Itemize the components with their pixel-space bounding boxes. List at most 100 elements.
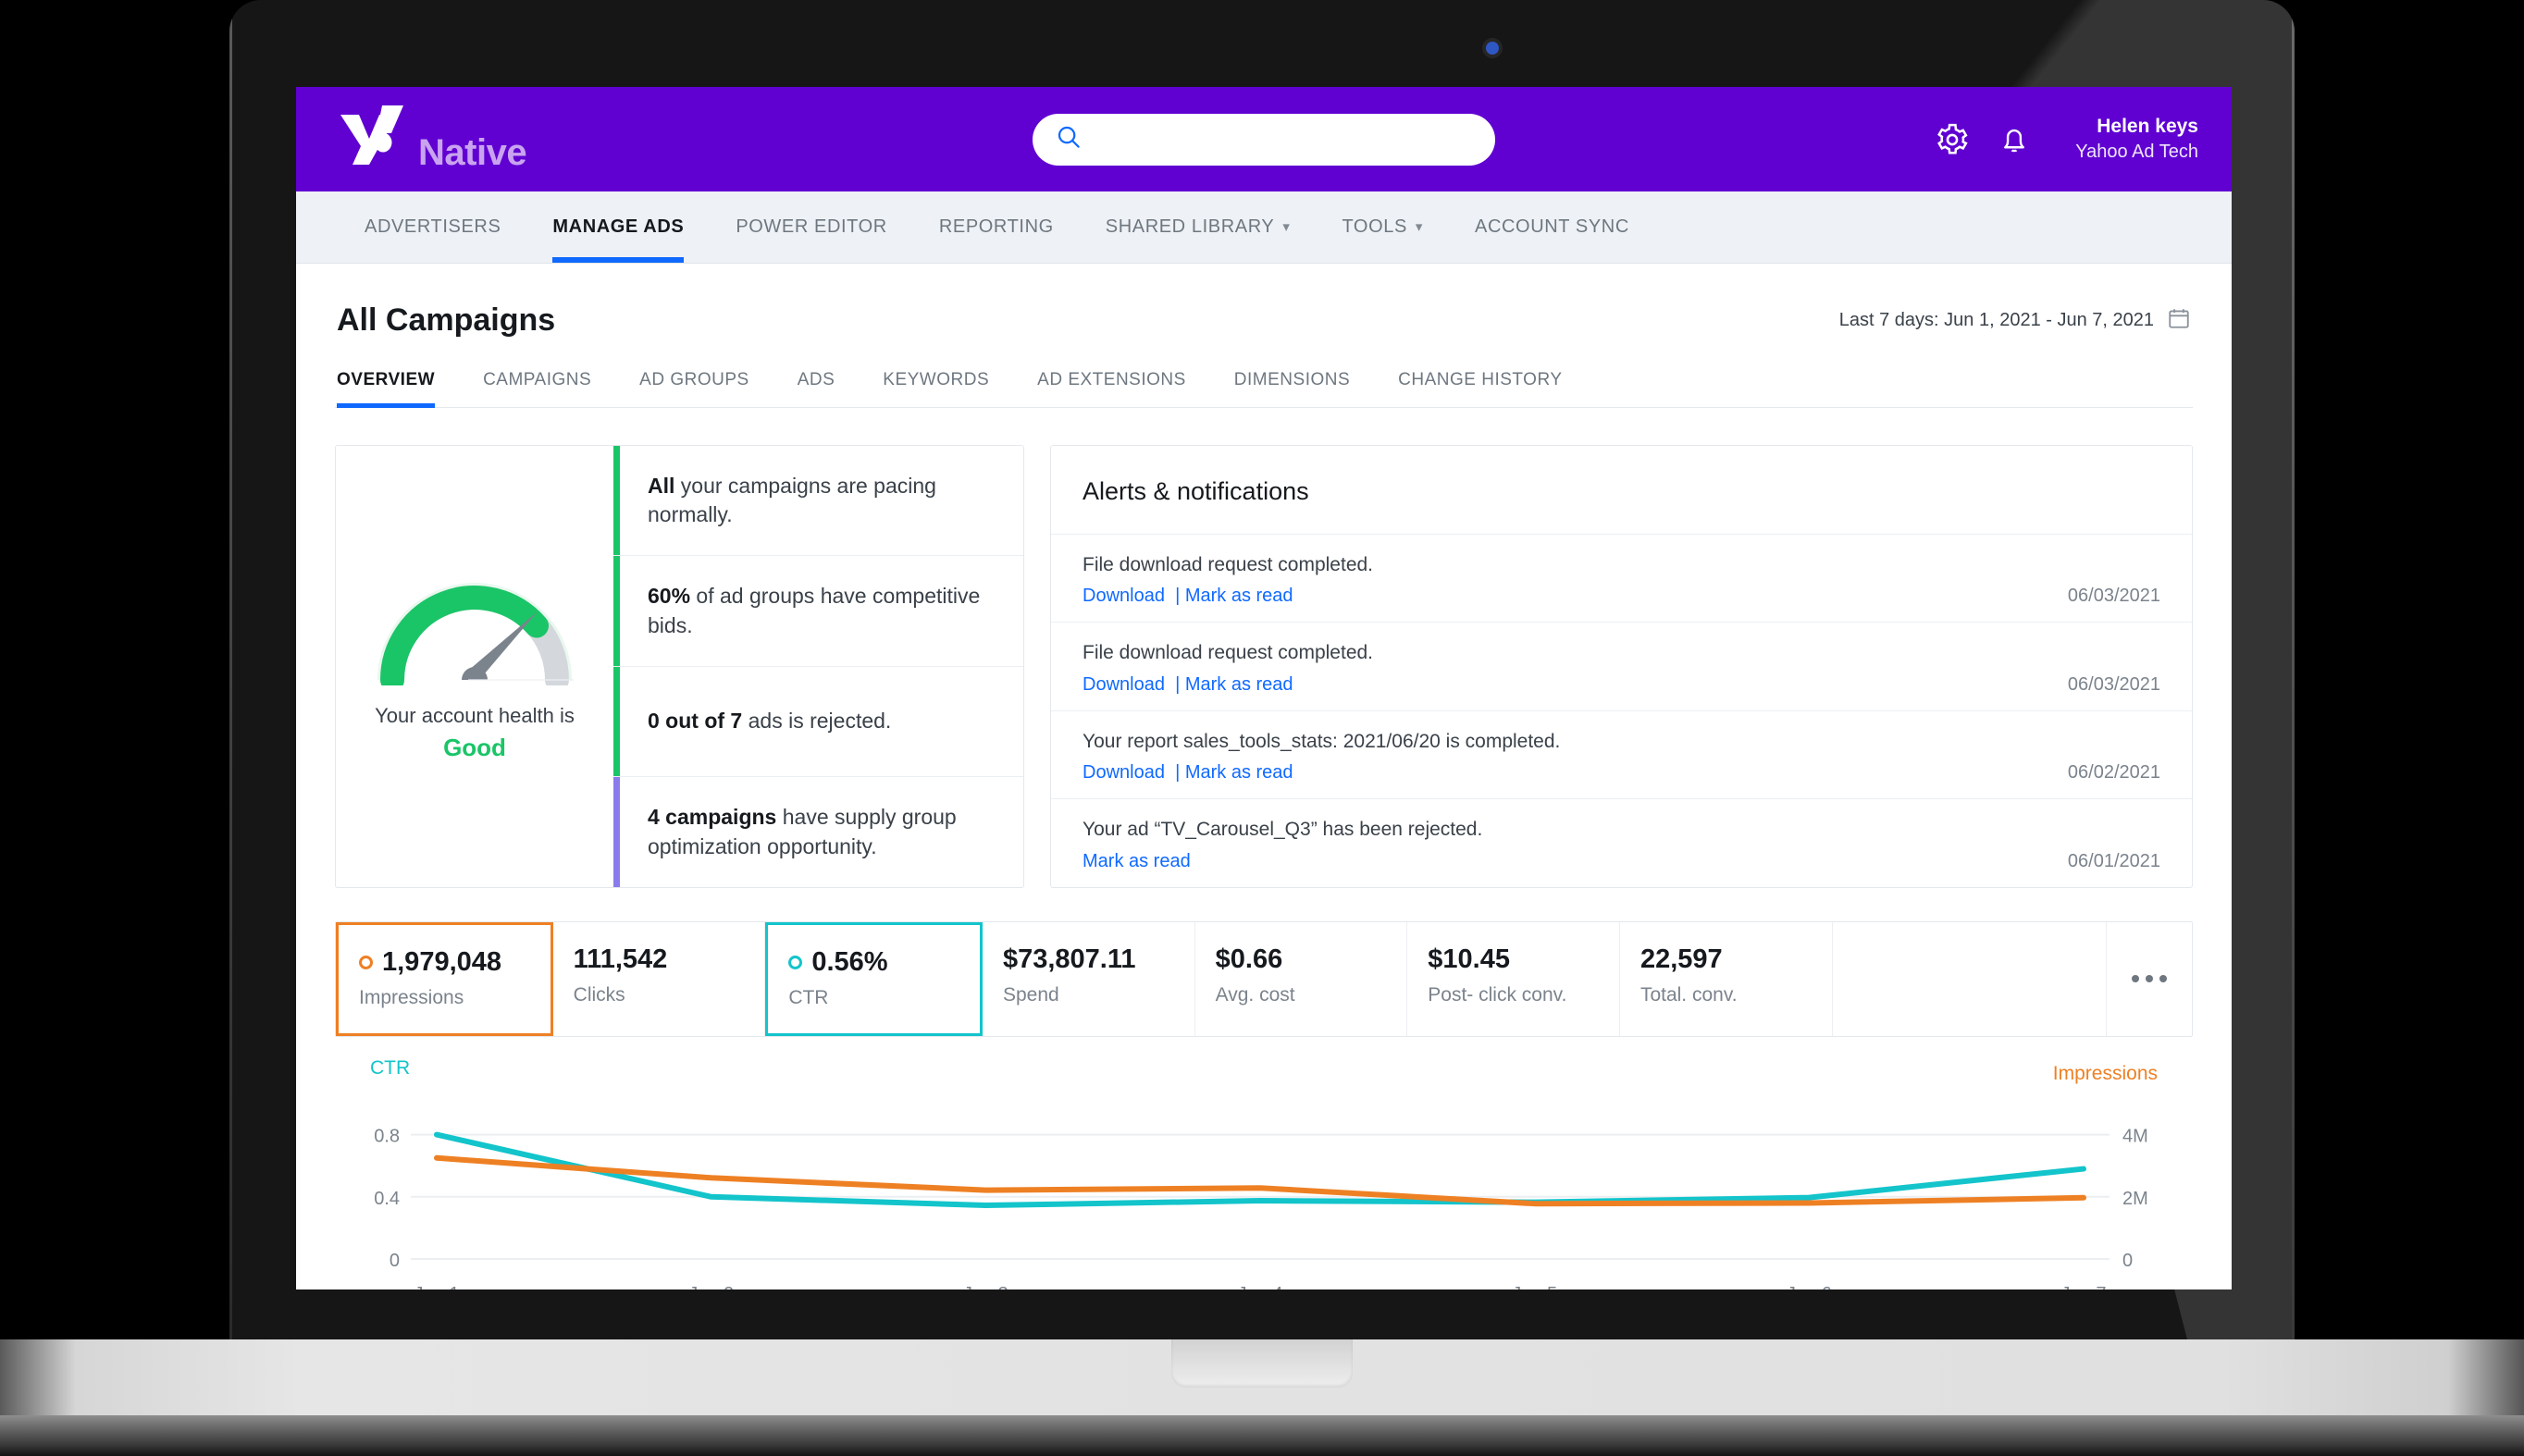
tab-ads[interactable]: ADS (773, 370, 860, 407)
page-header: All Campaigns Last 7 days: Jun 1, 2021 -… (335, 264, 2193, 339)
kpi-clicks[interactable]: 111,542 Clicks (553, 921, 766, 1036)
kpi-value: 22,597 (1639, 944, 1723, 974)
tab-ad-groups[interactable]: AD GROUPS (615, 370, 773, 407)
kpi-label: Spend (1002, 983, 1059, 1006)
tab-ad-extensions[interactable]: AD EXTENSIONS (1013, 370, 1210, 407)
mark-as-read-link[interactable]: Mark as read (1185, 762, 1293, 783)
kpi-label: Post- click conv. (1428, 983, 1567, 1006)
mark-as-read-link[interactable]: Mark as read (1185, 586, 1293, 606)
tab-change-history[interactable]: CHANGE HISTORY (1374, 370, 1586, 407)
nav-item-shared-library[interactable]: SHARED LIBRARY ▾ (1080, 191, 1317, 263)
svg-text:0: 0 (2122, 1251, 2133, 1271)
kpi-value-wrap: $10.45 (1428, 944, 1599, 975)
kpi-label: Total. conv. (1639, 983, 1738, 1006)
nav-item-manage-ads[interactable]: MANAGE ADS (526, 191, 710, 263)
user-org: Yahoo Ad Tech (2075, 142, 2198, 163)
calendar-icon (2167, 306, 2191, 336)
kpi-post-click-conv[interactable]: $10.45 Post- click conv. (1407, 921, 1620, 1036)
mark-as-read-link[interactable]: Mark as read (1185, 674, 1293, 695)
insight-row[interactable]: 0 out of 7 ads is rejected. (613, 666, 1023, 778)
user-block[interactable]: Helen keys Yahoo Ad Tech (2075, 114, 2198, 164)
alert-message: File download request completed. (1083, 642, 1374, 664)
alert-main: File download request completed. Downloa… (1083, 551, 2049, 607)
download-link[interactable]: Download (1083, 762, 1165, 783)
tab-label: ADS (797, 370, 835, 389)
alert-row[interactable]: File download request completed. Downloa… (1051, 535, 2192, 623)
insight-accent-bar (613, 666, 620, 777)
insight-row[interactable]: 4 campaigns have supply group optimizati… (613, 777, 1023, 887)
download-link[interactable]: Download (1083, 674, 1165, 695)
laptop-base-notch (1171, 1339, 1353, 1388)
brand-name: Native (418, 131, 527, 173)
account-health-value: Good (443, 733, 506, 761)
alert-links: Download | Mark as read (1083, 674, 2049, 696)
kpi-avg-cost[interactable]: $0.66 Avg. cost (1195, 921, 1408, 1036)
account-health-gauge: Your account health is Good (336, 446, 613, 887)
search-input[interactable] (1094, 129, 1473, 150)
tab-overview[interactable]: OVERVIEW (337, 370, 459, 408)
alert-links: Download | Mark as read (1083, 762, 2049, 784)
alert-date: 06/02/2021 (2067, 762, 2160, 784)
nav-label: MANAGE ADS (552, 216, 685, 237)
kpi-value: 0.56% (811, 946, 888, 977)
svg-text:4M: 4M (2122, 1126, 2148, 1146)
insight-row[interactable]: All your campaigns are pacing normally. (613, 446, 1023, 557)
ellipsis-icon[interactable] (2107, 922, 2192, 1036)
tab-label: KEYWORDS (883, 370, 990, 389)
gear-icon[interactable] (1935, 122, 1970, 157)
topbar-right: Helen keys Yahoo Ad Tech (1935, 87, 2198, 191)
kpi-value-wrap: 111,542 (574, 944, 745, 975)
kpi-impressions[interactable]: 1,979,048 Impressions (336, 921, 553, 1036)
insights-list: All your campaigns are pacing normally. … (613, 446, 1023, 887)
insight-strong: All (648, 473, 675, 498)
alert-row[interactable]: Your ad “TV_Carousel_Q3” has been reject… (1051, 799, 2192, 886)
svg-text:0: 0 (390, 1251, 400, 1271)
alert-links: Download | Mark as read (1083, 586, 2049, 607)
alert-row[interactable]: File download request completed. Downloa… (1051, 623, 2192, 711)
svg-text:Jun 5: Jun 5 (1512, 1284, 1557, 1289)
tab-dimensions[interactable]: DIMENSIONS (1210, 370, 1374, 407)
tab-label: AD GROUPS (639, 370, 749, 389)
webcam-icon (1486, 42, 1499, 55)
link-separator: | (1164, 673, 1185, 695)
lid-edge-right (2292, 0, 2295, 1339)
alert-message: File download request completed. (1083, 554, 1374, 575)
insight-row[interactable]: 60% of ad groups have competitive bids. (613, 556, 1023, 667)
nav-item-advertisers[interactable]: ADVERTISERS (339, 191, 526, 263)
kpi-row: 1,979,048 Impressions 111,542 Clicks 0.5… (335, 920, 2193, 1037)
nav-label: ADVERTISERS (365, 216, 501, 237)
yahoo-y-logo-icon (339, 105, 405, 165)
alert-date: 06/03/2021 (2067, 586, 2160, 607)
tab-label: AD EXTENSIONS (1037, 370, 1186, 389)
bell-icon[interactable] (1998, 122, 2031, 157)
laptop-base-bottom (0, 1415, 2524, 1456)
insight-strong: 60% (648, 584, 691, 609)
kpi-label: Clicks (573, 983, 625, 1006)
global-search[interactable] (1033, 113, 1495, 166)
nav-item-account-sync[interactable]: ACCOUNT SYNC (1449, 191, 1655, 263)
app-topbar: Native Helen keys Yahoo Ad Tech (296, 87, 2232, 191)
tab-campaigns[interactable]: CAMPAIGNS (459, 370, 615, 407)
search-box[interactable] (1033, 113, 1495, 166)
alert-row[interactable]: Your report sales_tools_stats: 2021/06/2… (1051, 711, 2192, 800)
kpi-ctr[interactable]: 0.56% CTR (765, 921, 983, 1036)
insight-accent-bar (613, 556, 620, 666)
kpi-total-conv[interactable]: 22,597 Total. conv. (1620, 921, 1833, 1036)
download-link[interactable]: Download (1083, 586, 1165, 606)
mark-as-read-link[interactable]: Mark as read (1083, 851, 1191, 871)
nav-label: POWER EDITOR (736, 216, 887, 237)
kpi-value-wrap: 1,979,048 (359, 947, 530, 978)
nav-item-reporting[interactable]: REPORTING (913, 191, 1080, 263)
tab-keywords[interactable]: KEYWORDS (859, 370, 1013, 407)
svg-text:0.8: 0.8 (374, 1126, 400, 1146)
alert-main: File download request completed. Downloa… (1083, 639, 2049, 695)
nav-item-power-editor[interactable]: POWER EDITOR (710, 191, 913, 263)
chart-right-axis-title: Impressions (2052, 1062, 2158, 1084)
insight-text: 60% of ad groups have competitive bids. (620, 565, 1023, 657)
kpi-value: 111,542 (573, 944, 668, 974)
nav-item-tools[interactable]: TOOLS ▾ (1316, 191, 1449, 263)
kpi-spend[interactable]: $73,807.11 Spend (983, 921, 1195, 1036)
date-range-picker[interactable]: Last 7 days: Jun 1, 2021 - Jun 7, 2021 (1839, 306, 2191, 336)
insight-text: 4 campaigns have supply group optimizati… (620, 786, 1023, 878)
brand[interactable]: Native (339, 105, 527, 174)
